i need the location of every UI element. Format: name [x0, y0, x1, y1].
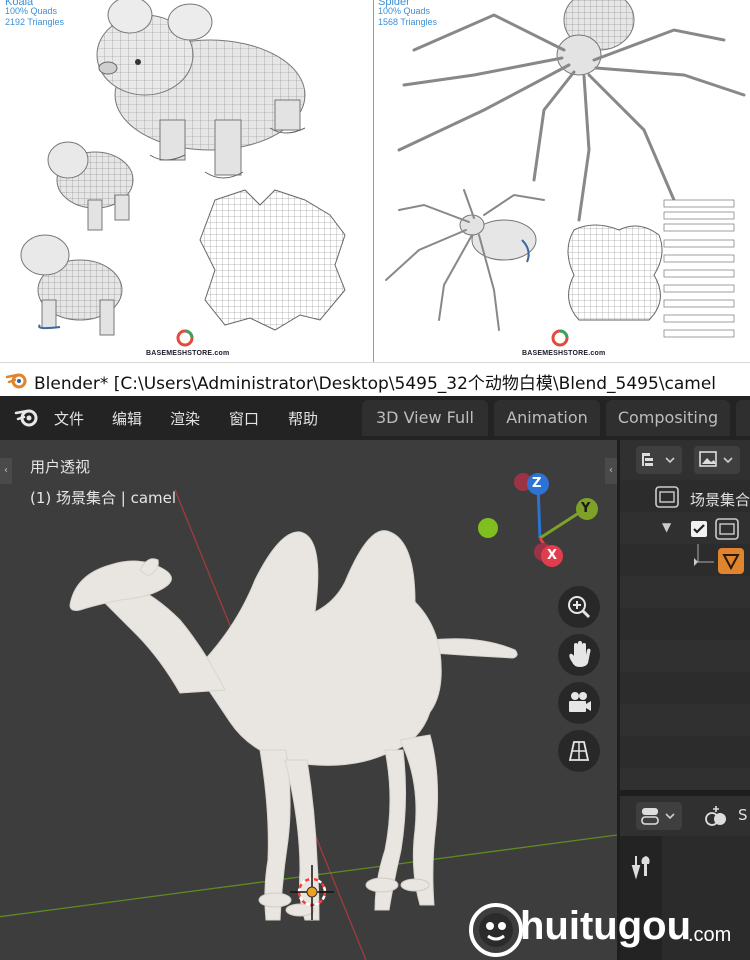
tree-connector-icon	[694, 544, 714, 566]
editor-type-button[interactable]	[636, 802, 682, 830]
main-menubar: 文件 编辑 渲染 窗口 帮助 3D View Full Animation Co…	[0, 396, 750, 440]
scene-collection-label[interactable]: 场景集合	[690, 489, 750, 510]
gizmo-x-label: X	[547, 548, 558, 563]
outliner-row	[620, 576, 750, 608]
outliner-panel: 场景集合 ▼	[620, 440, 750, 790]
image-icon	[699, 451, 733, 467]
list-tree-icon	[642, 453, 675, 466]
camel-mesh	[69, 530, 518, 921]
koala-models-illustration	[20, 0, 346, 347]
blender-logo-icon	[6, 373, 27, 389]
tab-compositing[interactable]: Compositing	[606, 400, 730, 436]
outliner-display-mode-button[interactable]	[636, 446, 682, 474]
zoom-button[interactable]	[558, 586, 600, 628]
shader-icon[interactable]	[702, 804, 730, 828]
tab-3d-view-full[interactable]: 3D View Full	[362, 400, 488, 436]
tab-more[interactable]	[736, 400, 750, 436]
watermark-suffix: .com	[688, 924, 732, 946]
menu-help[interactable]: 帮助	[288, 408, 318, 429]
outliner-filter-button[interactable]	[694, 446, 740, 474]
collection-info: (1) 场景集合 | camel	[30, 489, 177, 507]
spider-models-illustration	[385, 0, 746, 347]
menu-file[interactable]: 文件	[54, 408, 84, 429]
gizmo-y-label: Y	[581, 501, 591, 516]
menu-render[interactable]: 渲染	[170, 408, 200, 429]
view-name: 用户透视	[30, 458, 91, 476]
watermark-logo-icon	[469, 903, 523, 957]
menu-window[interactable]: 窗口	[229, 408, 259, 429]
collection-icon	[655, 486, 679, 508]
mesh-triangle-icon	[722, 554, 740, 571]
toolbar-toggle-left[interactable]: ‹	[0, 458, 12, 484]
window-titlebar: Blender* [C:\Users\Administrator\Desktop…	[0, 362, 750, 397]
preview-left-logo: BASEMESHSTORE.com	[146, 350, 230, 357]
outliner-row	[620, 704, 750, 736]
expand-arrow-icon[interactable]: ▼	[662, 520, 671, 534]
gizmo-z-label: Z	[532, 476, 542, 491]
properties-editor-icon	[641, 808, 675, 825]
window-title: Blender* [C:\Users\Administrator\Desktop…	[34, 374, 717, 394]
collection-icon	[715, 518, 739, 540]
outliner-row	[620, 640, 750, 672]
outliner-row	[620, 608, 750, 640]
ortho-toggle-button[interactable]	[558, 730, 600, 772]
tool-wrench-icon[interactable]	[628, 852, 656, 880]
preview-image: Koala 100% Quads 2192 Triangles BASEMESH…	[0, 0, 750, 362]
3d-viewport[interactable]: 用户透视 (1) 场景集合 | camel ‹ ‹ Z Y X	[0, 440, 617, 960]
watermark-brand: huitugou	[520, 904, 692, 948]
camera-view-button[interactable]	[558, 682, 600, 724]
camera-icon	[569, 692, 591, 712]
tab-animation[interactable]: Animation	[494, 400, 600, 436]
outliner-row	[620, 672, 750, 704]
preview-right-logo: BASEMESHSTORE.com	[522, 350, 606, 357]
blender-menu-icon[interactable]	[14, 406, 40, 428]
outliner-row	[620, 736, 750, 768]
pan-button[interactable]	[558, 634, 600, 676]
properties-label: S	[738, 806, 748, 824]
zoom-icon	[568, 596, 591, 619]
watermark: huitugou .com	[468, 898, 750, 960]
menu-edit[interactable]: 编辑	[112, 408, 142, 429]
hand-icon	[569, 641, 591, 667]
mesh-object-button[interactable]	[718, 548, 744, 574]
grid-icon	[568, 741, 590, 761]
checkbox-icon[interactable]	[690, 520, 708, 538]
